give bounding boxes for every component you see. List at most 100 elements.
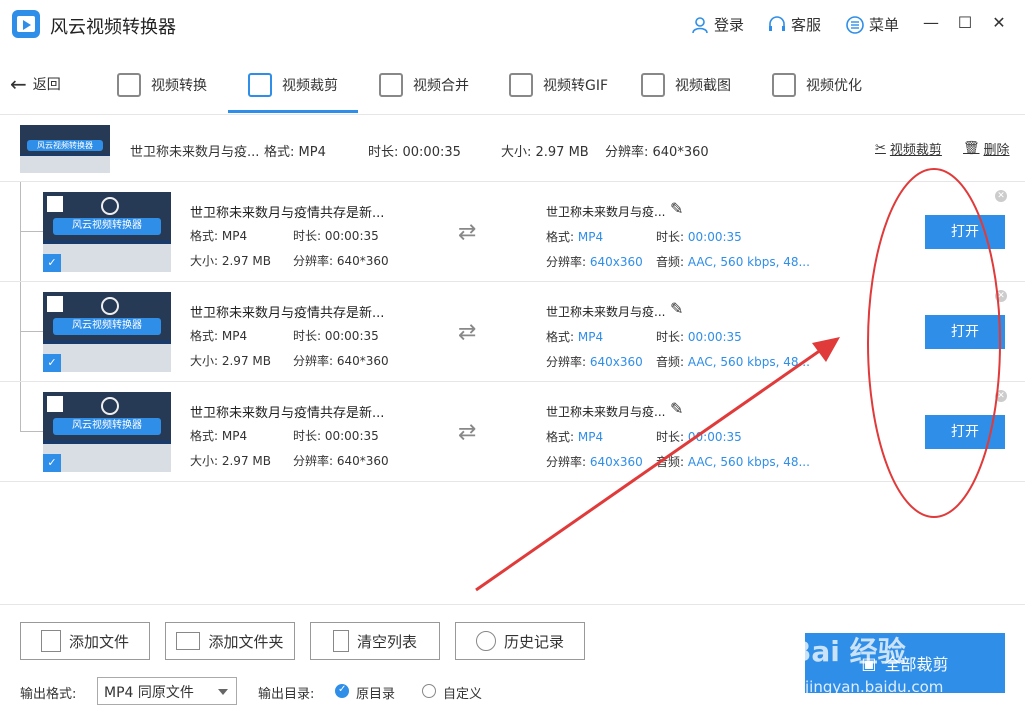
source-resolution: 分辨率: 640*360 bbox=[293, 254, 389, 268]
source-name: 世卫称未来数月与疫情共存是新... bbox=[190, 206, 385, 221]
output-audio: 音频: AAC, 560 kbps, 48... bbox=[656, 255, 810, 269]
edit-icon[interactable]: ✎ bbox=[670, 299, 683, 318]
open-button[interactable]: 打开 bbox=[925, 315, 1005, 349]
output-duration: 时长: 00:00:35 bbox=[656, 330, 742, 344]
user-icon bbox=[692, 16, 708, 33]
minimize-button[interactable]: — bbox=[920, 12, 942, 34]
checkmark-icon[interactable]: ✓ bbox=[43, 454, 61, 472]
open-button[interactable]: 打开 bbox=[925, 215, 1005, 249]
clear-list-label: 清空列表 bbox=[356, 632, 417, 651]
shuffle-icon: ⇄ bbox=[458, 320, 477, 345]
login-label: 登录 bbox=[714, 16, 745, 34]
output-dir-label: 输出目录: bbox=[258, 687, 315, 702]
open-button[interactable]: 打开 bbox=[925, 415, 1005, 449]
output-row: 风云视频转换器 ✓ 世卫称未来数月与疫情共存是新... 格式: MP4 时长: … bbox=[0, 282, 1025, 382]
output-name: 世卫称未来数月与疫... bbox=[546, 405, 666, 419]
crop-label: 视频裁剪 bbox=[889, 143, 942, 158]
source-resolution: 分辨率: 640*360 bbox=[293, 454, 389, 468]
output-duration: 时长: 00:00:35 bbox=[656, 230, 742, 244]
menu-button[interactable]: 菜单 bbox=[845, 14, 899, 35]
radio-original-label: 原目录 bbox=[356, 687, 396, 702]
output-audio: 音频: AAC, 560 kbps, 48... bbox=[656, 455, 810, 469]
tab-video-gif[interactable]: 视频转GIF bbox=[509, 70, 608, 100]
maximize-button[interactable]: ☐ bbox=[954, 12, 976, 34]
video-convert-icon bbox=[117, 73, 141, 97]
history-button[interactable]: 历史记录 bbox=[455, 622, 585, 660]
delete-label: 删除 bbox=[983, 143, 1010, 158]
app-logo-icon bbox=[12, 10, 40, 38]
source-size: 大小: 2.97 MB bbox=[501, 145, 589, 160]
menu-icon bbox=[846, 15, 864, 34]
history-label: 历史记录 bbox=[503, 632, 564, 651]
output-format-select[interactable]: MP4 同原文件 bbox=[97, 677, 237, 705]
login-button[interactable]: 登录 bbox=[690, 14, 744, 35]
clear-list-button[interactable]: 清空列表 bbox=[310, 622, 440, 660]
tab-video-convert[interactable]: 视频转换 bbox=[117, 70, 207, 100]
output-thumbnail[interactable]: 风云视频转换器 ✓ bbox=[43, 192, 171, 272]
radio-custom-dir[interactable] bbox=[422, 684, 436, 698]
tab-label: 视频转GIF bbox=[543, 78, 609, 94]
output-row: 风云视频转换器 ✓ 世卫称未来数月与疫情共存是新... 格式: MP4 时长: … bbox=[0, 382, 1025, 482]
emblem-icon bbox=[100, 396, 119, 415]
channel-logo-icon bbox=[47, 396, 63, 412]
remove-item-icon[interactable]: ✕ bbox=[995, 390, 1007, 402]
output-format-label: 输出格式: bbox=[20, 687, 77, 702]
channel-logo-icon bbox=[47, 296, 63, 312]
add-file-label: 添加文件 bbox=[68, 632, 129, 651]
tab-label: 视频优化 bbox=[806, 78, 862, 94]
output-thumbnail[interactable]: 风云视频转换器 ✓ bbox=[43, 392, 171, 472]
screenshot-icon bbox=[641, 73, 665, 97]
title-bar: 风云视频转换器 登录 客服 菜单 — ☐ ✕ bbox=[0, 0, 1025, 50]
thumb-banner: 风云视频转换器 bbox=[27, 140, 103, 151]
gif-icon bbox=[509, 73, 533, 97]
source-file-row: 风云视频转换器 世卫称未来数月与疫... 格式: MP4 时长: 00:00:3… bbox=[0, 114, 1025, 182]
back-button[interactable]: ← 返回 bbox=[10, 72, 61, 96]
tab-video-screenshot[interactable]: 视频截图 bbox=[641, 70, 731, 100]
video-crop-icon bbox=[248, 73, 272, 97]
output-name: 世卫称未来数月与疫... bbox=[546, 205, 666, 219]
edit-icon[interactable]: ✎ bbox=[670, 399, 683, 418]
radio-original-dir[interactable] bbox=[335, 684, 349, 698]
source-name: 世卫称未来数月与疫情共存是新... bbox=[190, 406, 385, 421]
close-window-button[interactable]: ✕ bbox=[988, 12, 1010, 34]
thumb-banner: 风云视频转换器 bbox=[53, 317, 161, 336]
add-folder-icon bbox=[176, 632, 201, 650]
delete-link[interactable]: 🗑 删除 bbox=[963, 139, 1010, 158]
source-resolution: 分辨率: 640*360 bbox=[293, 354, 389, 368]
remove-item-icon[interactable]: ✕ bbox=[995, 190, 1007, 202]
output-resolution: 分辨率: 640x360 bbox=[546, 355, 643, 369]
add-folder-button[interactable]: 添加文件夹 bbox=[165, 622, 295, 660]
source-duration: 时长: 00:00:35 bbox=[293, 229, 379, 243]
source-size: 大小: 2.97 MB bbox=[190, 454, 271, 468]
tab-label: 视频转换 bbox=[151, 78, 207, 94]
menu-label: 菜单 bbox=[869, 16, 900, 34]
output-resolution: 分辨率: 640x360 bbox=[546, 455, 643, 469]
tab-label: 视频截图 bbox=[675, 78, 731, 94]
source-format: 格式: MP4 bbox=[190, 229, 248, 243]
service-button[interactable]: 客服 bbox=[767, 14, 821, 35]
tab-video-optimize[interactable]: 视频优化 bbox=[772, 70, 862, 100]
tab-video-merge[interactable]: 视频合并 bbox=[379, 70, 469, 100]
trash-icon: 🗑 bbox=[963, 141, 980, 156]
channel-logo-icon bbox=[47, 196, 63, 212]
baidu-watermark-url: jingyan.baidu.com bbox=[805, 678, 944, 696]
add-file-button[interactable]: 添加文件 bbox=[20, 622, 150, 660]
remove-item-icon[interactable]: ✕ bbox=[995, 290, 1007, 302]
crop-video-link[interactable]: ✂ 视频裁剪 bbox=[875, 139, 942, 158]
emblem-icon bbox=[100, 196, 119, 215]
tab-label: 视频合并 bbox=[413, 78, 469, 94]
output-format: 格式: MP4 bbox=[546, 330, 604, 344]
source-file-name: 世卫称未来数月与疫... bbox=[130, 145, 260, 160]
tab-label: 视频裁剪 bbox=[282, 78, 338, 94]
edit-icon[interactable]: ✎ bbox=[670, 199, 683, 218]
headset-icon bbox=[769, 15, 785, 31]
output-thumbnail[interactable]: 风云视频转换器 ✓ bbox=[43, 292, 171, 372]
checkmark-icon[interactable]: ✓ bbox=[43, 254, 61, 272]
baidu-watermark-logo: Bai 经验 bbox=[790, 635, 906, 668]
tab-video-crop[interactable]: 视频裁剪 bbox=[248, 70, 338, 100]
checkmark-icon[interactable]: ✓ bbox=[43, 354, 61, 372]
video-merge-icon bbox=[379, 73, 403, 97]
output-format: 格式: MP4 bbox=[546, 230, 604, 244]
arrow-left-icon: ← bbox=[10, 72, 27, 96]
function-tabs: ← 返回 视频转换 视频裁剪 视频合并 视频转GIF 视频截图 视频优化 bbox=[0, 54, 1025, 114]
